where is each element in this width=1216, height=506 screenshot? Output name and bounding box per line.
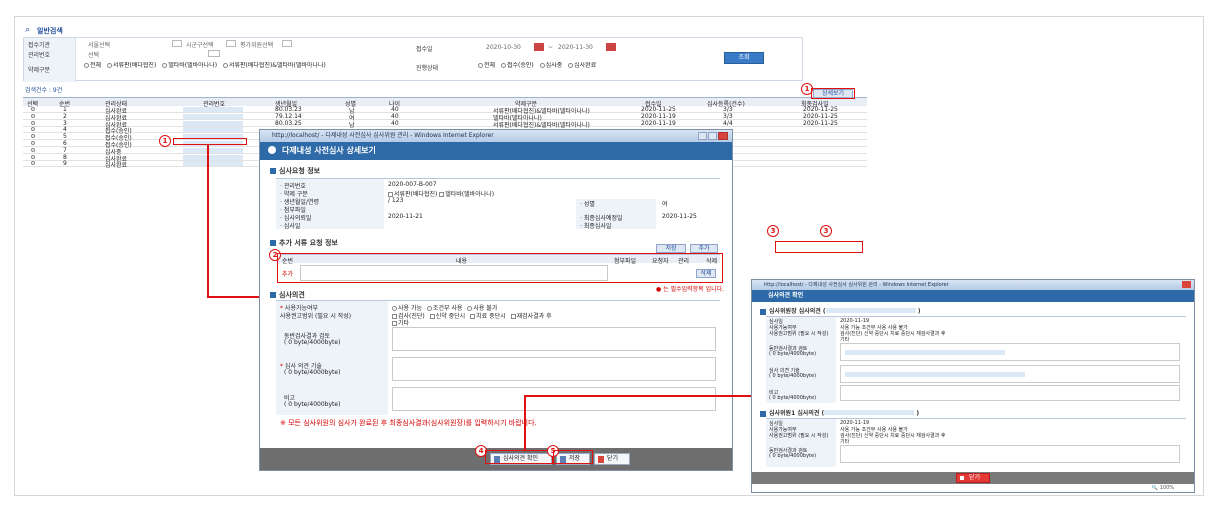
member-opinion-table: 심사일 사용가능여부 사용권고범위 (필요 시 작성) 2020-11-19 사… <box>766 418 1186 467</box>
callout-3: 3 <box>820 225 832 237</box>
search-panel: 접수기관 관리번호 약제구분 서울선택 시군구선택 평가위원선택 선택 전체 서… <box>23 37 803 82</box>
org-dropdown-icon[interactable] <box>172 40 182 47</box>
row-select-radio[interactable] <box>31 141 35 145</box>
row-select-radio[interactable] <box>31 107 35 111</box>
label-mgmt: 관리번호 <box>28 52 51 59</box>
close-icon <box>718 132 728 140</box>
table-header: 선택 순번 관리상태 관리번호 생년월일 성별 나이 약제구분 접수일 심사등록… <box>23 98 867 108</box>
popup2-titlebar: http://localhost/ - 다제내성 사전심사 심사위원 관리 - … <box>752 280 1194 290</box>
search-icon: ⌕ <box>25 25 31 35</box>
highlight-save-add <box>775 241 863 253</box>
calendar-icon[interactable] <box>606 43 616 51</box>
label-status: 진행상태 <box>416 65 439 72</box>
add-extra-button[interactable]: 추가 <box>690 244 718 253</box>
screenshot-frame: ⌕ 일반검색 접수기관 관리번호 약제구분 서울선택 시군구선택 평가위원선택 … <box>14 16 1204 496</box>
save-extra-button[interactable]: 저장 <box>656 244 686 253</box>
callout-1: 1 <box>159 135 171 147</box>
highlight-save <box>553 450 593 464</box>
close-button[interactable]: 닫기 <box>956 473 990 483</box>
region-select[interactable]: 시군구선택 <box>186 40 214 49</box>
status-radio-group[interactable]: 전체 접수(승인) 심사중 심사완료 <box>478 62 698 70</box>
redacted-mgmt-number <box>183 120 243 126</box>
highlight-opinion-confirm <box>485 450 553 464</box>
date-to-input[interactable]: 2020-11-30 <box>558 44 593 51</box>
highlight-mgmt-number <box>173 138 247 145</box>
row-select-radio[interactable] <box>31 120 35 125</box>
row-select-radio[interactable] <box>31 161 35 166</box>
drug-checkbox-group: 서류판(배다협진) 델타바(델바아나나) <box>388 189 494 198</box>
header-bullet-icon <box>268 146 276 154</box>
reviewer-dropdown-icon[interactable] <box>282 40 292 47</box>
section-chair-opinion: 심사위원장 심사의견 ( ) <box>760 306 920 315</box>
drug-radio-group[interactable]: 전체 서류판(배다협진) 델타바(델바아나나) 서류판(배다협진)&델타바(델바… <box>84 62 384 70</box>
section-extra-title: 추가 서류 요청 정보 <box>270 238 338 248</box>
redacted-mgmt-number <box>183 127 243 133</box>
opinion-textarea[interactable] <box>392 357 716 381</box>
redacted-mgmt-number <box>183 154 243 160</box>
opinion-popup-window: http://localhost/ - 다제내성 사전심사 심사위원 관리 - … <box>751 279 1195 493</box>
range-checkbox-group[interactable]: 검사(진단) 신약 중단시 치료 중단시 재검사결과 후 <box>392 311 552 320</box>
mgmt-dropdown-icon[interactable] <box>208 50 220 57</box>
label-date: 접수일 <box>416 46 433 53</box>
row-select-radio[interactable] <box>31 154 35 159</box>
close-button[interactable]: 닫기 <box>594 453 630 465</box>
mgmt-select[interactable]: 선택 <box>88 50 99 59</box>
label-org: 접수기관 <box>28 42 51 49</box>
section-opinion-title: 심사의견 <box>270 290 305 300</box>
popup-titlebar: http://localhost/ - 다제내성 사전심사 심사위원 관리 - … <box>260 130 732 142</box>
org-select[interactable]: 서울선택 <box>88 40 110 49</box>
review-textarea[interactable] <box>392 327 716 351</box>
memo-textarea[interactable] <box>392 387 716 411</box>
chair-opinion-table: 심사일 사용가능여부 사용권고범위 (필요 시 작성) 2020-11-19 사… <box>766 316 1186 403</box>
row-select-radio[interactable] <box>31 134 35 139</box>
search-button[interactable]: 조회 <box>724 52 764 64</box>
opinion-table: * 사용가능여부 사용권고범위 (필요 시 작성) 동반검사결과 검토 ( 0 … <box>276 300 720 415</box>
section-member-opinion: 심사위원1 심사의견 ( ) <box>760 408 919 417</box>
date-from-input[interactable]: 2020-10-30 <box>486 44 521 51</box>
required-note: ● 는 필수입력항목 입니다. <box>656 286 725 293</box>
table-cell-no: 9 <box>63 160 67 168</box>
section-request-title: 심사요청 정보 <box>270 166 320 176</box>
redacted-mgmt-number <box>183 113 243 119</box>
reviewer-select[interactable]: 평가위원선택 <box>240 40 273 49</box>
request-info-table: · 관리번호 · 약제 구분 · 생년월일/연령 · 첨부파일 · 심사의뢰일 … <box>276 178 720 230</box>
popup2-header: 심사의견 확인 <box>752 290 1194 302</box>
row-select-radio[interactable] <box>31 113 35 118</box>
popup-header: 다제내성 사전심사 상세보기 <box>260 142 732 160</box>
redacted-mgmt-number <box>183 161 243 167</box>
row-select-radio[interactable] <box>31 147 35 152</box>
row-select-radio[interactable] <box>31 127 35 132</box>
search-title: ⌕ 일반검색 <box>25 25 63 35</box>
result-count: 검색건수 : 9건 <box>25 87 63 94</box>
redacted-mgmt-number <box>183 147 243 153</box>
region-dropdown-icon[interactable] <box>226 40 236 47</box>
label-drug: 약제구분 <box>28 67 51 74</box>
calendar-icon[interactable] <box>534 43 544 51</box>
close-icon[interactable] <box>1182 281 1191 288</box>
highlight-extra-request <box>277 253 723 283</box>
highlight-detail-button <box>811 88 855 99</box>
detail-popup-window: http://localhost/ - 다제내성 사전심사 심사위원 관리 - … <box>259 129 733 471</box>
redacted-mgmt-number <box>183 107 243 112</box>
table-cell-status: 심사완료 <box>105 162 128 170</box>
notice-text: ※ 모든 심사위원의 심사가 완료된 후 최종심사결과(심사위원장)를 입력하시… <box>280 419 537 427</box>
callout-3: 3 <box>767 225 779 237</box>
window-controls[interactable] <box>698 132 728 140</box>
zoom-level: 🔍 100% <box>1151 485 1174 491</box>
